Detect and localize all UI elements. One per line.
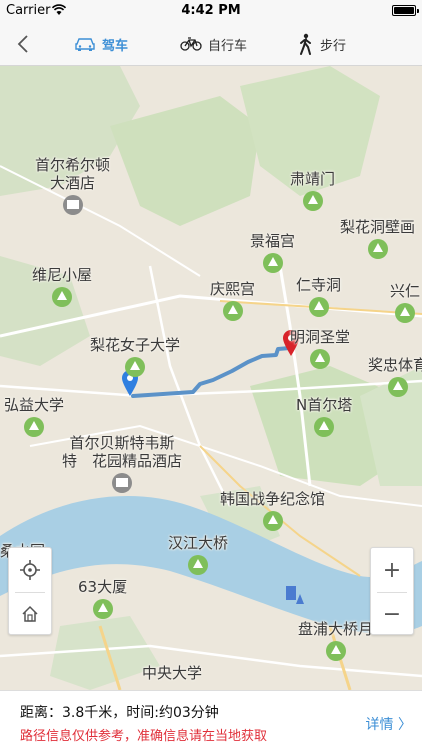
poi-banpo-bridge[interactable]: 盘浦大桥月 — [298, 620, 373, 665]
tab-walk[interactable]: 步行 — [298, 31, 346, 57]
poi-63-building[interactable]: 63大厦 — [78, 578, 127, 623]
zoom-controls: + − — [370, 547, 414, 635]
tab-drive-label: 驾车 — [102, 38, 129, 54]
poi-ewha-univ[interactable]: 梨花女子大学 — [90, 336, 180, 381]
poi-heungin[interactable]: 兴仁 — [390, 282, 420, 327]
back-chevron-icon[interactable] — [10, 30, 38, 58]
poi-ihwa-mural[interactable]: 梨花洞壁画 — [340, 218, 415, 263]
home-button[interactable] — [9, 592, 51, 636]
route-disclaimer: 路径信息仅供参考，准确信息请在当地获取 — [20, 729, 268, 744]
route-distance-time: 距离：3.8千米，时间:约03分钟 — [20, 705, 219, 721]
poi-gyeongbokgung[interactable]: 景福宫 — [250, 232, 295, 277]
tab-bicycle-label: 自行车 — [208, 38, 248, 54]
building-icon — [112, 473, 132, 493]
park-icon — [188, 555, 208, 575]
home-icon — [22, 605, 38, 622]
park-icon — [52, 287, 72, 307]
park-icon — [92, 599, 113, 619]
park-icon — [222, 301, 243, 321]
bicycle-icon — [180, 37, 202, 51]
park-icon — [262, 511, 283, 531]
park-icon — [262, 253, 283, 273]
poi-hilton[interactable]: 首尔希尔顿 大酒店 — [35, 156, 110, 219]
poi-winnie-house[interactable]: 维尼小屋 — [32, 266, 92, 311]
zoom-in-button[interactable]: + — [371, 548, 413, 592]
park-icon — [302, 191, 323, 211]
tab-walk-label: 步行 — [320, 38, 347, 54]
poi-insadong[interactable]: 仁寺洞 — [296, 276, 341, 321]
poi-hongik-univ[interactable]: 弘益大学 — [4, 396, 64, 441]
battery-icon — [392, 5, 419, 16]
poi-n-seoul-tower[interactable]: N首尔塔 — [296, 396, 352, 441]
park-icon — [367, 239, 388, 259]
park-icon — [325, 641, 346, 661]
route-info-panel: 距离：3.8千米，时间:约03分钟 路径信息仅供参考，准确信息请在当地获取 详情… — [0, 690, 422, 750]
details-link[interactable]: 详情 〉 — [366, 714, 412, 734]
building-icon — [62, 195, 83, 215]
park-icon — [125, 357, 145, 377]
poi-gyeonghuigung[interactable]: 庆熙宫 — [210, 280, 255, 325]
zoom-out-button[interactable]: − — [371, 592, 413, 636]
park-icon — [24, 417, 44, 437]
park-icon — [395, 303, 415, 323]
poi-jangchung[interactable]: 奖忠体育 — [368, 356, 422, 401]
tab-bicycle[interactable]: 自行车 — [180, 31, 247, 57]
poi-sukjeongmun[interactable]: 肃靖门 — [290, 170, 335, 215]
park-icon — [388, 377, 408, 397]
park-icon — [314, 417, 335, 437]
poi-chung-ang-univ[interactable]: 中央大学 — [142, 664, 202, 682]
navigation-bar: 驾车 自行车 步行 — [0, 22, 422, 66]
my-location-button[interactable] — [9, 548, 51, 592]
poi-hangang-bridge[interactable]: 汉江大桥 — [168, 534, 228, 579]
status-bar: Carrier 4:42 PM — [0, 0, 422, 22]
poi-best-western[interactable]: 首尔贝斯特韦斯 特 花园精品酒店 — [62, 434, 182, 497]
poi-myeongdong-cathedral[interactable]: 明洞圣堂 — [290, 328, 350, 373]
car-icon — [75, 38, 95, 51]
walking-icon — [300, 33, 311, 55]
crosshair-icon — [20, 560, 40, 580]
park-icon — [308, 297, 329, 317]
poi-war-memorial[interactable]: 韩国战争纪念馆 — [220, 490, 325, 535]
location-controls — [8, 547, 52, 635]
park-icon — [310, 349, 330, 369]
tab-drive[interactable]: 驾车 — [74, 31, 128, 57]
map-view[interactable]: 首尔希尔顿 大酒店 肃靖门 梨花洞壁画 景福宫 维尼小屋 庆熙宫 仁寺洞 兴仁 … — [0, 66, 422, 690]
app-root: Carrier 4:42 PM 驾车 自行车 步行 首尔希尔顿 大酒店 肃靖门 … — [0, 0, 422, 750]
clock: 4:42 PM — [181, 3, 241, 18]
